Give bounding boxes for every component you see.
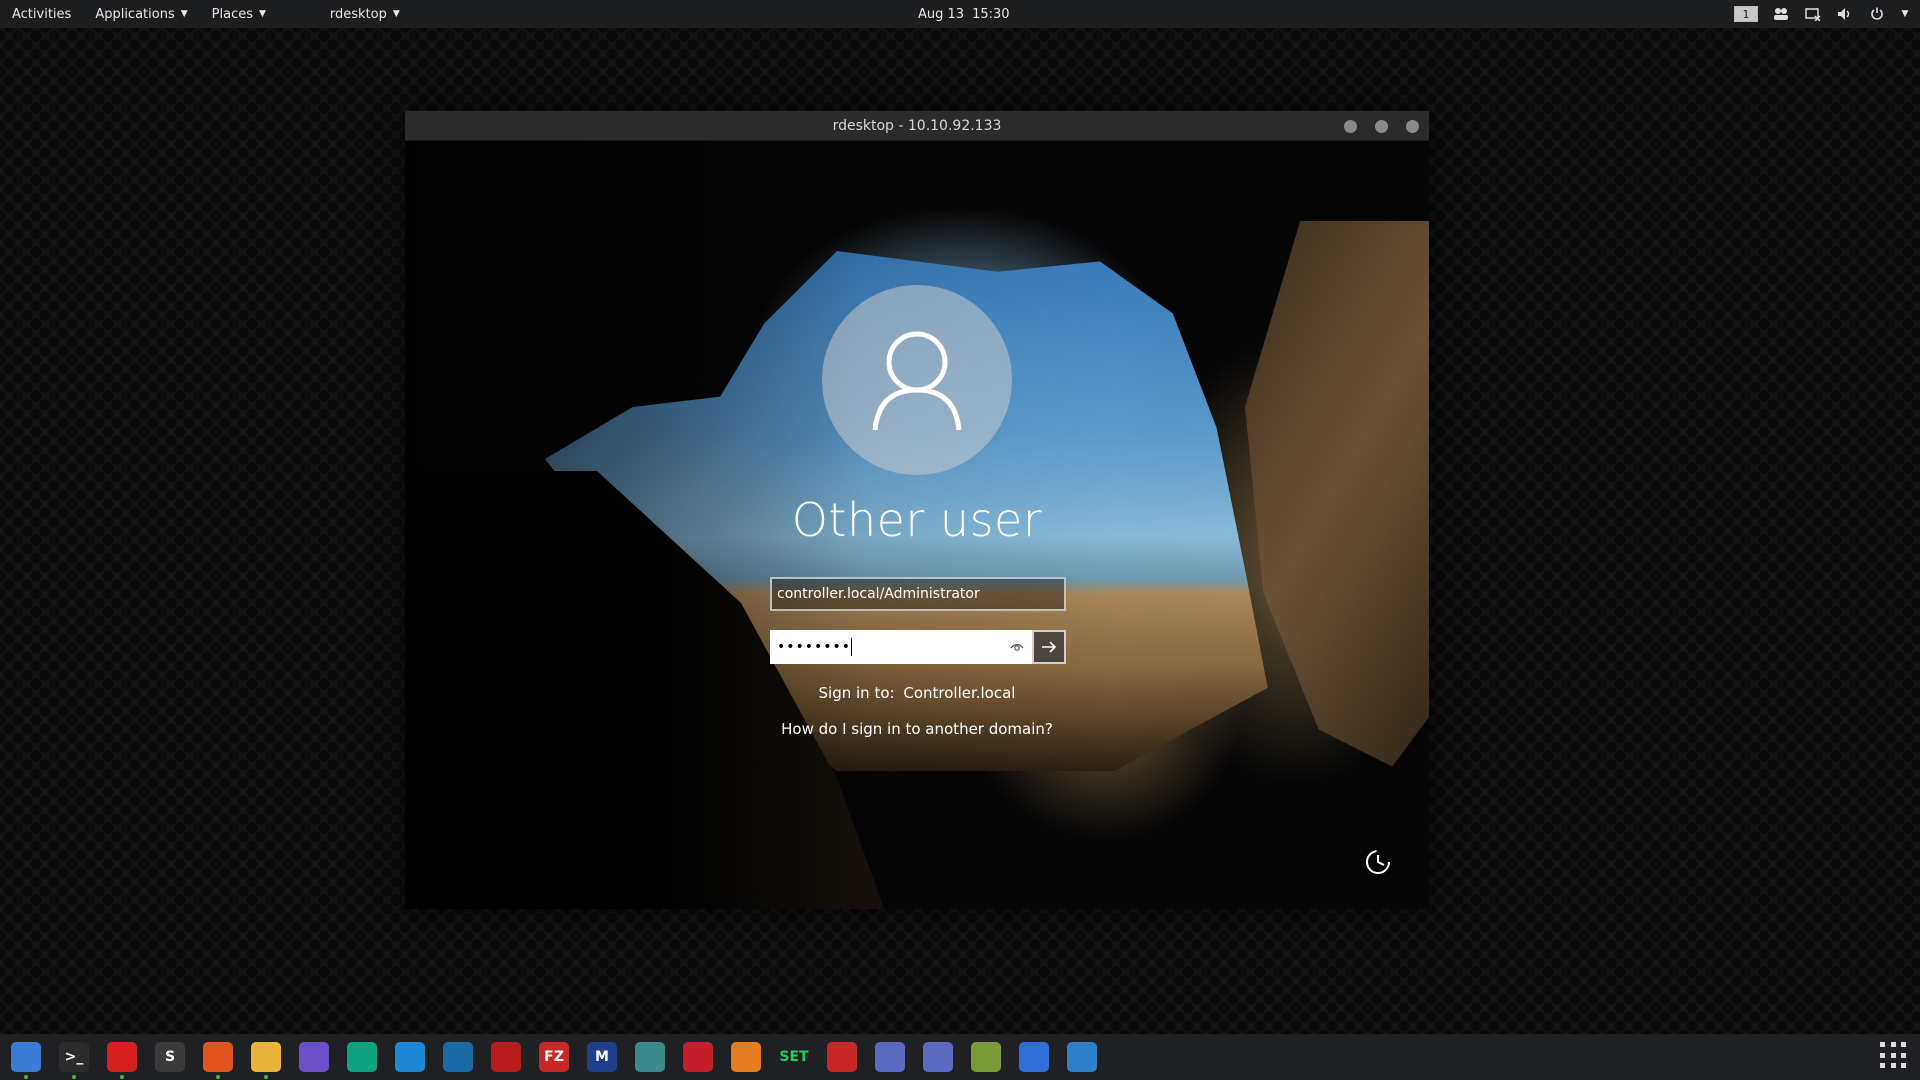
molecule-icon bbox=[1067, 1042, 1097, 1072]
dock-app-maltego[interactable] bbox=[632, 1039, 668, 1075]
dock-app-red-app[interactable] bbox=[104, 1039, 140, 1079]
dock-app-folder-app[interactable] bbox=[968, 1039, 1004, 1075]
caret-down-icon: ▼ bbox=[259, 9, 266, 19]
arrow-right-icon bbox=[1042, 641, 1057, 653]
running-indicator bbox=[72, 1075, 76, 1079]
chrome-icon bbox=[251, 1042, 281, 1072]
red-arrow-icon bbox=[683, 1042, 713, 1072]
dock-app-chrome[interactable] bbox=[248, 1039, 284, 1079]
running-indicator bbox=[24, 1075, 28, 1079]
dock-app-set[interactable]: SET bbox=[776, 1039, 812, 1075]
activities-button[interactable]: Activities bbox=[0, 0, 83, 28]
top-bar: Activities Applications ▼ Places ▼ rdesk… bbox=[0, 0, 1920, 28]
terminal-icon: >_ bbox=[59, 1042, 89, 1072]
window-titlebar[interactable]: rdesktop - 10.10.92.133 bbox=[405, 111, 1429, 141]
dock-app-metasploit[interactable]: M bbox=[584, 1039, 620, 1075]
places-menu[interactable]: Places ▼ bbox=[200, 0, 278, 28]
maltego-icon bbox=[635, 1042, 665, 1072]
burp-icon bbox=[491, 1042, 521, 1072]
ease-of-access-icon[interactable] bbox=[1363, 847, 1393, 877]
submit-button[interactable] bbox=[1032, 630, 1066, 664]
workspace-indicator[interactable]: 1 bbox=[1734, 6, 1758, 22]
password-mask: •••••••• bbox=[777, 639, 852, 655]
app-menu-label: rdesktop bbox=[329, 6, 387, 22]
dock-app-filezilla[interactable]: FZ bbox=[536, 1039, 572, 1075]
system-tray: 1 ▼ bbox=[1734, 0, 1910, 28]
dock-app-x-tool[interactable] bbox=[872, 1039, 908, 1075]
caret-down-icon[interactable]: ▼ bbox=[1900, 5, 1910, 23]
minimize-button[interactable] bbox=[1344, 120, 1357, 133]
applications-menu[interactable]: Applications ▼ bbox=[83, 0, 199, 28]
applications-label: Applications bbox=[95, 6, 175, 22]
running-indicator bbox=[120, 1075, 124, 1079]
dock-app-no-signal[interactable] bbox=[824, 1039, 860, 1075]
people-icon[interactable] bbox=[1772, 5, 1790, 23]
volume-icon[interactable] bbox=[1836, 5, 1854, 23]
reveal-password-icon[interactable] bbox=[1010, 640, 1024, 654]
close-button[interactable] bbox=[1406, 120, 1419, 133]
firefox-icon bbox=[203, 1042, 233, 1072]
settings-icon bbox=[1019, 1042, 1049, 1072]
dock-app-firefox[interactable] bbox=[200, 1039, 236, 1079]
dock-app-wireshark[interactable] bbox=[440, 1039, 476, 1075]
app-menu[interactable]: rdesktop ▼ bbox=[318, 0, 412, 28]
window-title: rdesktop - 10.10.92.133 bbox=[832, 117, 1002, 134]
set-bolt-icon bbox=[731, 1042, 761, 1072]
clock-time: 15:30 bbox=[972, 6, 1010, 22]
dock-app-terminal[interactable]: >_ bbox=[56, 1039, 92, 1079]
recorder-icon bbox=[923, 1042, 953, 1072]
dock: >_ S FZ M SET bbox=[0, 1034, 1920, 1080]
dock-app-sublime[interactable]: S bbox=[152, 1039, 188, 1075]
maximize-button[interactable] bbox=[1375, 120, 1388, 133]
password-field[interactable]: •••••••• bbox=[770, 630, 1032, 664]
running-indicator bbox=[264, 1075, 268, 1079]
sublime-icon: S bbox=[155, 1042, 185, 1072]
running-indicator bbox=[216, 1075, 220, 1079]
dock-app-eye-app[interactable] bbox=[392, 1039, 428, 1075]
filezilla-icon: FZ bbox=[539, 1042, 569, 1072]
caret-down-icon: ▼ bbox=[180, 9, 188, 19]
clock-date: Aug 13 bbox=[918, 6, 965, 22]
dock-app-recorder[interactable] bbox=[920, 1039, 956, 1075]
user-icon bbox=[872, 331, 962, 431]
dock-app-molecule[interactable] bbox=[1064, 1039, 1100, 1075]
screen-app-icon bbox=[299, 1042, 329, 1072]
caret-down-icon: ▼ bbox=[392, 9, 400, 19]
eye-app-icon bbox=[395, 1042, 425, 1072]
no-signal-icon bbox=[827, 1042, 857, 1072]
files-icon bbox=[11, 1042, 41, 1072]
metasploit-icon: M bbox=[587, 1042, 617, 1072]
dock-app-burp[interactable] bbox=[488, 1039, 524, 1075]
network-icon[interactable] bbox=[1804, 5, 1822, 23]
set-icon: SET bbox=[779, 1049, 809, 1065]
username-value: controller.local/Administrator bbox=[777, 586, 980, 602]
user-avatar bbox=[822, 285, 1012, 475]
text-cursor bbox=[851, 638, 853, 656]
remote-desktop-screen[interactable]: Other user controller.local/Administrato… bbox=[405, 141, 1429, 909]
signin-to: Sign in to: Controller.local bbox=[405, 684, 1429, 702]
signin-label: Sign in to: bbox=[818, 684, 895, 702]
dock-app-screen-app[interactable] bbox=[296, 1039, 332, 1075]
wireshark-icon bbox=[443, 1042, 473, 1072]
dock-app-settings[interactable] bbox=[1016, 1039, 1052, 1075]
places-label: Places bbox=[211, 6, 253, 22]
red-app-icon bbox=[107, 1042, 137, 1072]
show-applications-icon[interactable] bbox=[1880, 1042, 1908, 1070]
power-icon[interactable] bbox=[1868, 5, 1886, 23]
signin-domain: Controller.local bbox=[903, 684, 1016, 702]
dock-app-red-arrow[interactable] bbox=[680, 1039, 716, 1075]
clock[interactable]: Aug 13 15:30 bbox=[918, 0, 1018, 28]
x-tool-icon bbox=[875, 1042, 905, 1072]
openai-icon bbox=[347, 1042, 377, 1072]
login-user-title: Other user bbox=[791, 493, 1043, 547]
dock-app-openai[interactable] bbox=[344, 1039, 380, 1075]
folder-app-icon bbox=[971, 1042, 1001, 1072]
dock-app-files[interactable] bbox=[8, 1039, 44, 1079]
dock-app-set-bolt[interactable] bbox=[728, 1039, 764, 1075]
username-field[interactable]: controller.local/Administrator bbox=[770, 577, 1066, 611]
another-domain-link[interactable]: How do I sign in to another domain? bbox=[405, 720, 1429, 738]
rdesktop-window: rdesktop - 10.10.92.133 Other user contr… bbox=[405, 111, 1429, 909]
